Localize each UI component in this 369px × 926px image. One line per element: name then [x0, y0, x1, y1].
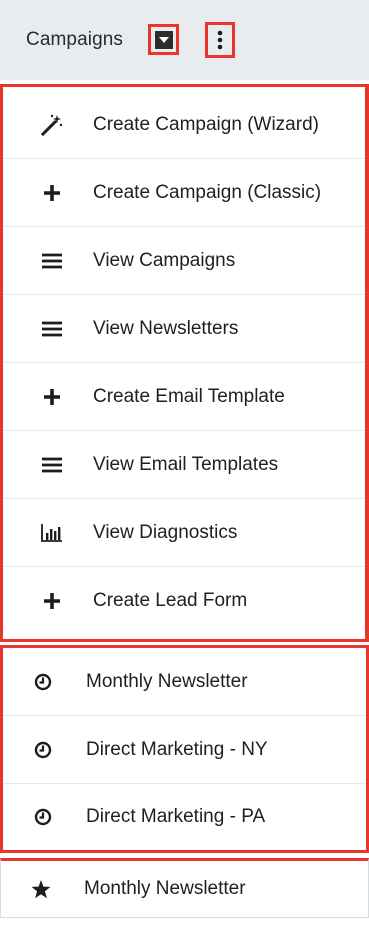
kebab-menu-icon: [217, 30, 223, 50]
menu-item-label: Create Email Template: [93, 385, 285, 407]
clock-icon: [31, 738, 55, 762]
menu-item-view-email-templates[interactable]: View Email Templates: [3, 431, 365, 499]
recent-item-direct-marketing-ny[interactable]: Direct Marketing - NY: [3, 716, 366, 784]
menu-item-label: Create Campaign (Classic): [93, 181, 322, 203]
recent-item-label: Direct Marketing - PA: [86, 806, 266, 827]
menu-item-view-newsletters[interactable]: View Newsletters: [3, 295, 365, 363]
menu-item-view-diagnostics[interactable]: View Diagnostics: [3, 499, 365, 567]
recent-item-label: Direct Marketing - NY: [86, 738, 268, 760]
clock-icon: [31, 670, 55, 694]
list-icon: [40, 453, 64, 477]
recent-item-direct-marketing-pa[interactable]: Direct Marketing - PA: [3, 784, 366, 850]
clock-icon: [31, 805, 55, 829]
plus-icon: [40, 385, 64, 409]
menu-item-label: Create Campaign (Wizard): [93, 113, 319, 135]
plus-icon: [40, 589, 64, 613]
favorites-list: Monthly Newsletter: [0, 858, 369, 918]
menu-item-label: View Campaigns: [93, 249, 236, 271]
module-tab-bar: Campaigns: [0, 0, 369, 80]
magic-wand-icon: [40, 113, 64, 137]
menu-item-create-email-template[interactable]: Create Email Template: [3, 363, 365, 431]
menu-item-label: View Newsletters: [93, 317, 239, 339]
recently-viewed-list: Monthly Newsletter Direct Marketing - NY…: [0, 645, 369, 853]
module-menu-toggle-button[interactable]: [148, 24, 179, 55]
list-icon: [40, 249, 64, 273]
favorite-item-monthly-newsletter[interactable]: Monthly Newsletter: [1, 861, 368, 917]
menu-item-label: Create Lead Form: [93, 590, 248, 611]
menu-item-create-lead-form[interactable]: Create Lead Form: [3, 567, 365, 635]
module-tab-campaigns[interactable]: Campaigns: [26, 29, 123, 51]
plus-icon: [40, 181, 64, 205]
more-options-button[interactable]: [205, 22, 235, 58]
menu-item-label: View Email Templates: [93, 453, 279, 475]
caret-down-icon: [154, 30, 173, 49]
menu-item-label: View Diagnostics: [93, 521, 238, 543]
menu-item-create-campaign-classic[interactable]: Create Campaign (Classic): [3, 159, 365, 227]
module-actions-menu: Create Campaign (Wizard) Create Campaign…: [0, 84, 369, 642]
list-icon: [40, 317, 64, 341]
menu-item-view-campaigns[interactable]: View Campaigns: [3, 227, 365, 295]
bar-chart-icon: [40, 521, 64, 545]
recent-item-label: Monthly Newsletter: [86, 670, 248, 692]
recent-item-monthly-newsletter[interactable]: Monthly Newsletter: [3, 648, 366, 716]
star-icon: [29, 877, 53, 901]
favorite-item-label: Monthly Newsletter: [84, 878, 246, 899]
menu-item-create-campaign-wizard[interactable]: Create Campaign (Wizard): [3, 91, 365, 159]
